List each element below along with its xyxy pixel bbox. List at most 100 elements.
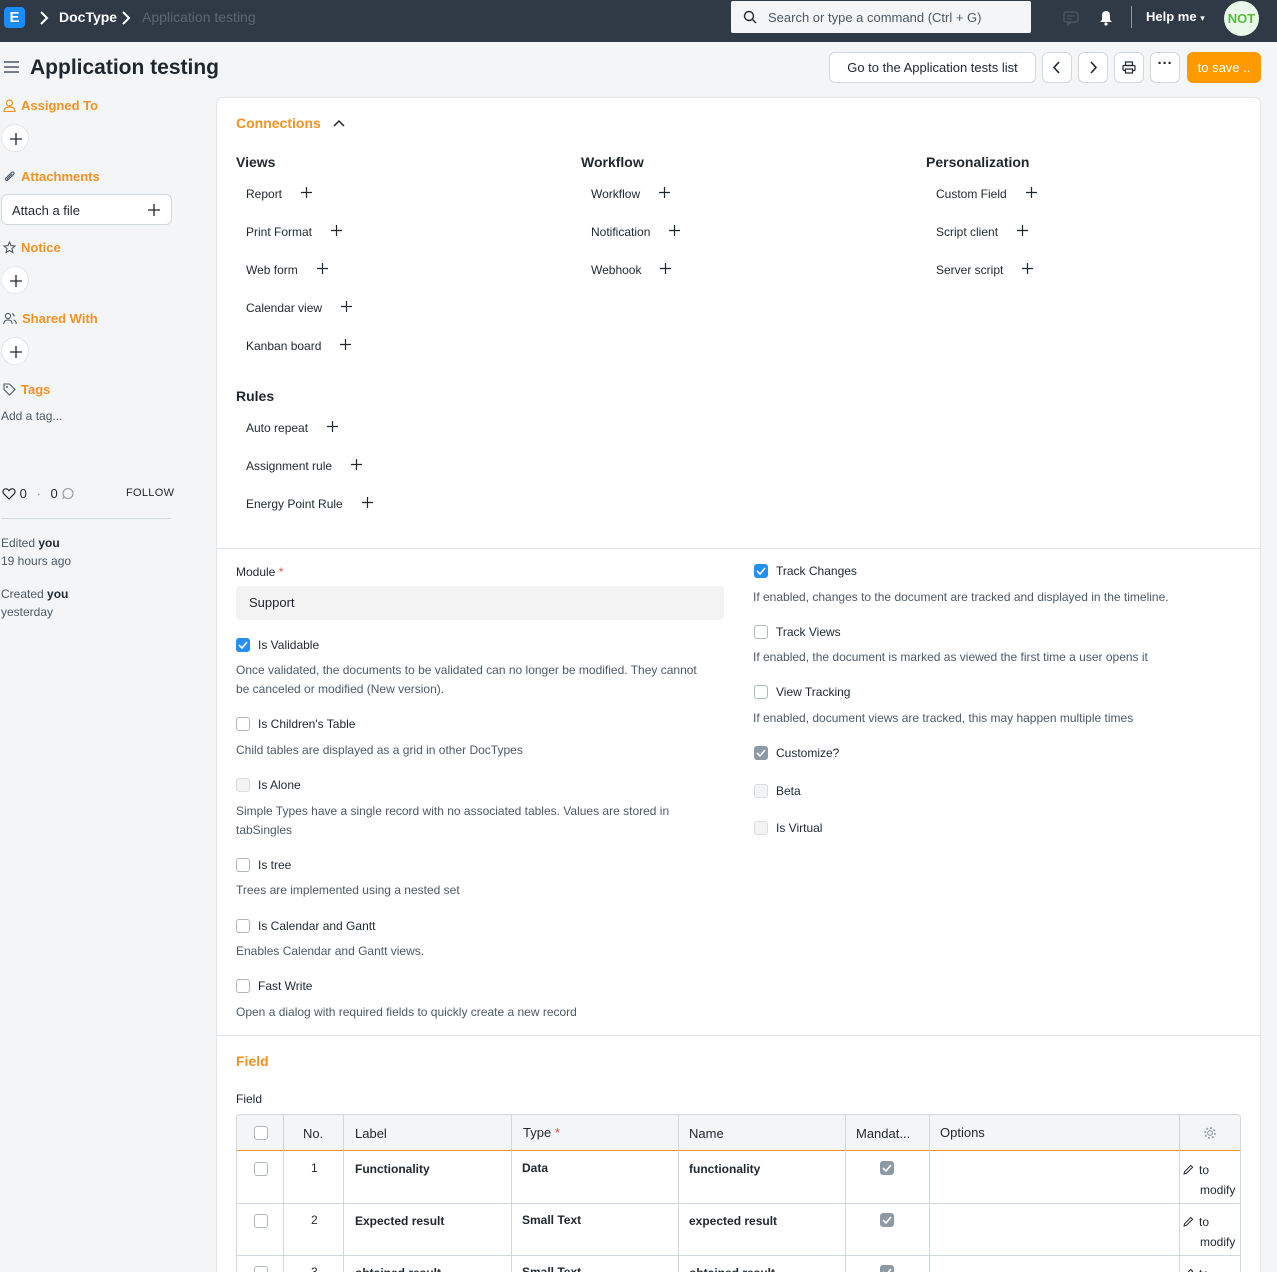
track-changes-checkbox[interactable] — [754, 564, 768, 578]
attach-file-button[interactable]: Attach a file — [1, 194, 172, 225]
connection-link-kanban-board[interactable]: Kanban board — [246, 338, 352, 353]
connection-link-workflow[interactable]: Workflow — [591, 186, 671, 201]
row-label[interactable]: obtained result — [355, 1266, 441, 1272]
row-name[interactable]: expected result — [689, 1214, 777, 1228]
connection-link-notification[interactable]: Notification — [591, 224, 681, 239]
view-tracking-checkbox[interactable] — [754, 685, 768, 699]
breadcrumb-doctype[interactable]: DocType — [59, 9, 117, 25]
connection-link-report[interactable]: Report — [246, 186, 313, 201]
plus-icon[interactable] — [1022, 262, 1034, 274]
row-name[interactable]: obtained result — [689, 1266, 775, 1272]
connection-link-auto-repeat[interactable]: Auto repeat — [246, 420, 339, 435]
plus-icon[interactable] — [361, 496, 373, 508]
add-notice-button[interactable] — [1, 266, 29, 294]
connections-heading[interactable]: Connections — [236, 115, 345, 131]
add-new-button[interactable] — [341, 300, 353, 315]
save-button[interactable]: to save .. — [1187, 52, 1261, 83]
plus-icon[interactable] — [341, 300, 353, 312]
breadcrumb-current[interactable]: Application testing — [142, 9, 256, 25]
is-child-table-checkbox[interactable] — [236, 717, 250, 731]
add-tag-link[interactable]: Add a tag... — [1, 409, 62, 423]
connection-link-custom-field[interactable]: Custom Field — [936, 186, 1037, 201]
is-tree-checkbox[interactable] — [236, 858, 250, 872]
row-select-checkbox[interactable] — [254, 1214, 268, 1228]
row-edit-button[interactable]: tomodify — [1183, 1212, 1235, 1252]
comment-icon[interactable] — [61, 487, 75, 500]
table-row[interactable]: 1 Functionality Data functionality to modify — [237, 1151, 1240, 1203]
is-alone-checkbox[interactable] — [236, 778, 250, 792]
add-new-button[interactable] — [327, 420, 339, 435]
plus-icon[interactable] — [331, 224, 343, 236]
bell-icon[interactable] — [1097, 9, 1115, 27]
sidebar-toggle-icon[interactable] — [4, 61, 19, 73]
plus-icon[interactable] — [660, 262, 672, 274]
fast-write-checkbox[interactable] — [236, 979, 250, 993]
row-type[interactable]: Data — [522, 1161, 548, 1175]
connection-link-web-form[interactable]: Web form — [246, 262, 328, 277]
beta-checkbox[interactable] — [754, 784, 768, 798]
gear-icon[interactable] — [1203, 1126, 1217, 1140]
plus-icon[interactable] — [316, 262, 328, 274]
row-edit-button[interactable]: tomodify — [1183, 1160, 1235, 1200]
row-type[interactable]: Small Text — [522, 1213, 581, 1227]
add-new-button[interactable] — [340, 338, 352, 353]
connection-link-print-format[interactable]: Print Format — [246, 224, 343, 239]
follow-button[interactable]: FOLLOW — [126, 487, 174, 499]
plus-icon[interactable] — [669, 224, 681, 236]
add-new-button[interactable] — [316, 262, 328, 277]
row-type[interactable]: Small Text — [522, 1265, 581, 1272]
plus-icon[interactable] — [351, 458, 363, 470]
add-new-button[interactable] — [361, 496, 373, 511]
plus-icon[interactable] — [340, 338, 352, 350]
select-all-checkbox[interactable] — [254, 1126, 268, 1140]
add-assignee-button[interactable] — [1, 124, 29, 152]
app-logo[interactable]: E — [4, 7, 25, 28]
connection-link-server-script[interactable]: Server script — [936, 262, 1034, 277]
row-mandatory-checkbox[interactable] — [880, 1213, 894, 1227]
add-new-button[interactable] — [660, 262, 672, 277]
row-label[interactable]: Functionality — [355, 1162, 430, 1176]
chevron-up-icon[interactable] — [333, 119, 345, 127]
table-row[interactable]: 2 Expected result Small Text expected resul… — [237, 1203, 1240, 1255]
plus-icon[interactable] — [327, 420, 339, 432]
is-validable-checkbox[interactable] — [236, 638, 250, 652]
next-button[interactable] — [1078, 52, 1108, 83]
plus-icon[interactable] — [1025, 186, 1037, 198]
is-virtual-checkbox[interactable] — [754, 821, 768, 835]
customize-checkbox[interactable] — [754, 746, 768, 760]
connection-link-assignment-rule[interactable]: Assignment rule — [246, 458, 363, 473]
plus-icon[interactable] — [659, 186, 671, 198]
add-new-button[interactable] — [351, 458, 363, 473]
is-calendar-checkbox[interactable] — [236, 919, 250, 933]
previous-button[interactable] — [1042, 52, 1072, 83]
add-share-button[interactable] — [1, 337, 29, 365]
add-new-button[interactable] — [331, 224, 343, 239]
avatar[interactable]: NOT — [1224, 1, 1259, 36]
add-new-button[interactable] — [301, 186, 313, 201]
search-input[interactable]: Search or type a command (Ctrl + G) — [731, 1, 1031, 33]
more-actions-button[interactable]: ··· — [1150, 52, 1180, 83]
plus-icon[interactable] — [1017, 224, 1029, 236]
add-new-button[interactable] — [659, 186, 671, 201]
row-name[interactable]: functionality — [689, 1162, 760, 1176]
row-select-checkbox[interactable] — [254, 1162, 268, 1176]
plus-icon[interactable] — [301, 186, 313, 198]
connection-link-webhook[interactable]: Webhook — [591, 262, 672, 277]
chat-icon[interactable] — [1062, 9, 1080, 27]
connection-link-script-client[interactable]: Script client — [936, 224, 1029, 239]
row-edit-button[interactable]: tomodify — [1183, 1264, 1235, 1272]
row-mandatory-checkbox[interactable] — [880, 1265, 894, 1272]
help-dropdown[interactable]: Help me ▾ — [1146, 9, 1205, 24]
print-button[interactable] — [1114, 52, 1144, 83]
row-label[interactable]: Expected result — [355, 1214, 444, 1228]
connection-link-energy-point-rule[interactable]: Energy Point Rule — [246, 496, 373, 511]
field-section-heading[interactable]: Field — [236, 1053, 269, 1069]
table-row[interactable]: 3 obtained result Small Text obtained resul… — [237, 1255, 1240, 1272]
row-mandatory-checkbox[interactable] — [880, 1161, 894, 1175]
row-select-checkbox[interactable] — [254, 1266, 268, 1272]
add-new-button[interactable] — [669, 224, 681, 239]
connection-link-calendar-view[interactable]: Calendar view — [246, 300, 353, 315]
add-new-button[interactable] — [1022, 262, 1034, 277]
created-by[interactable]: you — [47, 587, 68, 601]
go-to-list-button[interactable]: Go to the Application tests list — [829, 52, 1036, 83]
